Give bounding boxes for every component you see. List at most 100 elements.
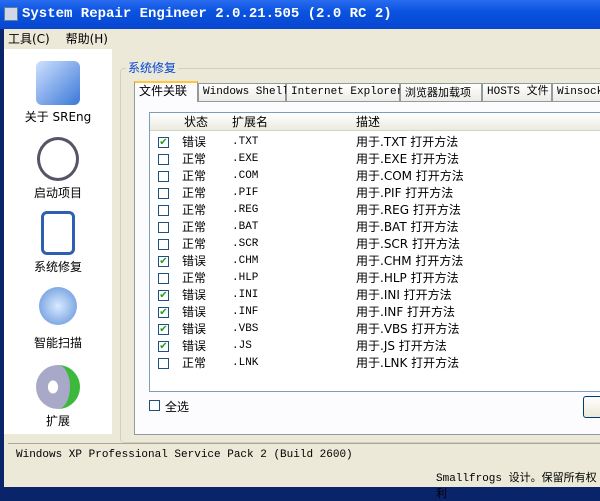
table-row[interactable]: ✔ 错误 .INF 用于.INF 打开方法 [150, 304, 600, 321]
row-ext: .LNK [232, 357, 259, 369]
row-checkbox[interactable] [158, 273, 169, 284]
row-desc: 用于.BAT 打开方法 [356, 220, 459, 234]
tab-file-assoc[interactable]: 文件关联 [134, 81, 198, 102]
title-bar: System Repair Engineer 2.0.21.505 (2.0 R… [0, 0, 600, 29]
gear-plus-icon [36, 365, 80, 409]
table-row[interactable]: 正常 .REG 用于.REG 打开方法 [150, 202, 600, 219]
row-ext: .PIF [232, 187, 259, 199]
row-status: 正常 [182, 220, 207, 234]
sidebar-item-repair[interactable]: 系统修复 [4, 211, 112, 275]
sidebar-item-extend[interactable]: 扩展 [4, 365, 112, 429]
menu-help[interactable]: 帮助(H) [66, 32, 108, 46]
table-row[interactable]: ✔ 错误 .INI 用于.INI 打开方法 [150, 287, 600, 304]
table-row[interactable]: 正常 .PIF 用于.PIF 打开方法 [150, 185, 600, 202]
row-checkbox[interactable]: ✔ [158, 290, 169, 301]
row-checkbox[interactable]: ✔ [158, 307, 169, 318]
row-checkbox[interactable] [158, 205, 169, 216]
magnifier-icon [39, 287, 77, 325]
row-checkbox[interactable]: ✔ [158, 137, 169, 148]
row-desc: 用于.VBS 打开方法 [356, 322, 460, 336]
sidebar-item-label: 扩展 [45, 414, 70, 428]
os-info: Windows XP Professional Service Pack 2 (… [16, 449, 353, 461]
tools-icon [36, 61, 80, 105]
row-status: 正常 [182, 271, 207, 285]
row-ext: .EXE [232, 153, 259, 165]
row-status: 错误 [182, 305, 207, 319]
menu-bar: 工具(C) 帮助(H) [4, 29, 600, 49]
row-ext: .HLP [232, 272, 259, 284]
table-row[interactable]: 正常 .HLP 用于.HLP 打开方法 [150, 270, 600, 287]
sidebar: 关于 SREng 启动项目 系统修复 智能扫描 扩展 [4, 49, 112, 434]
row-status: 错误 [182, 288, 207, 302]
row-ext: .TXT [232, 136, 259, 148]
row-ext: .VBS [232, 323, 259, 335]
row-checkbox[interactable] [158, 358, 169, 369]
table-row[interactable]: 正常 .BAT 用于.BAT 打开方法 [150, 219, 600, 236]
row-checkbox[interactable] [158, 154, 169, 165]
menu-tools[interactable]: 工具(C) [8, 32, 50, 46]
column-status[interactable]: 状态 [184, 113, 208, 131]
table-row[interactable]: ✔ 错误 .VBS 用于.VBS 打开方法 [150, 321, 600, 338]
row-status: 错误 [182, 322, 207, 336]
row-status: 正常 [182, 186, 207, 200]
row-status: 错误 [182, 135, 207, 149]
clock-icon [37, 137, 79, 181]
sidebar-item-about[interactable]: 关于 SREng [4, 61, 112, 125]
action-button[interactable] [583, 396, 600, 418]
row-desc: 用于.INF 打开方法 [356, 305, 456, 319]
row-desc: 用于.LNK 打开方法 [356, 356, 460, 370]
sidebar-item-label: 启动项目 [33, 186, 82, 200]
table-row[interactable]: 正常 .SCR 用于.SCR 打开方法 [150, 236, 600, 253]
file-assoc-list[interactable]: 状态 扩展名 描述 ✔ 错误 .TXT 用于.TXT 打开方法 正常 .EXE … [149, 112, 600, 392]
table-row[interactable]: 正常 .LNK 用于.LNK 打开方法 [150, 355, 600, 372]
sidebar-item-label: 系统修复 [33, 260, 82, 274]
row-checkbox[interactable] [158, 239, 169, 250]
tab-winsock[interactable]: Winsock [552, 83, 600, 101]
row-status: 正常 [182, 356, 207, 370]
row-status: 正常 [182, 237, 207, 251]
row-checkbox[interactable]: ✔ [158, 324, 169, 335]
table-row[interactable]: ✔ 错误 .JS 用于.JS 打开方法 [150, 338, 600, 355]
column-desc[interactable]: 描述 [356, 113, 380, 131]
row-ext: .COM [232, 170, 259, 182]
status-bar: Windows XP Professional Service Pack 2 (… [8, 443, 600, 501]
sidebar-item-startup[interactable]: 启动项目 [4, 137, 112, 201]
row-status: 正常 [182, 152, 207, 166]
row-checkbox[interactable] [158, 171, 169, 182]
table-row[interactable]: 正常 .EXE 用于.EXE 打开方法 [150, 151, 600, 168]
row-checkbox[interactable] [158, 222, 169, 233]
tab-internet-explorer[interactable]: Internet Explorer [286, 83, 403, 101]
table-row[interactable]: ✔ 错误 .TXT 用于.TXT 打开方法 [150, 134, 600, 151]
tab-hosts[interactable]: HOSTS 文件 [482, 83, 552, 101]
row-ext: .SCR [232, 238, 259, 250]
row-desc: 用于.INI 打开方法 [356, 288, 452, 302]
checkbox[interactable] [149, 400, 160, 411]
row-checkbox[interactable]: ✔ [158, 341, 169, 352]
table-row[interactable]: ✔ 错误 .CHM 用于.CHM 打开方法 [150, 253, 600, 270]
group-label: 系统修复 [126, 59, 179, 76]
row-status: 错误 [182, 339, 207, 353]
row-status: 错误 [182, 254, 207, 268]
client-area: 工具(C) 帮助(H) 关于 SREng 启动项目 系统修复 智能扫描 扩展 系… [4, 29, 600, 501]
row-ext: .REG [232, 204, 259, 216]
select-all-checkbox[interactable]: 全选 [149, 398, 229, 414]
row-ext: .JS [232, 340, 252, 352]
row-checkbox[interactable] [158, 188, 169, 199]
tab-browser-addons[interactable]: 浏览器加载项 [400, 83, 482, 101]
select-all-label: 全选 [165, 400, 190, 414]
row-desc: 用于.CHM 打开方法 [356, 254, 464, 268]
tab-panel: 状态 扩展名 描述 ✔ 错误 .TXT 用于.TXT 打开方法 正常 .EXE … [134, 101, 600, 435]
row-ext: .CHM [232, 255, 259, 267]
tab-windows-shell[interactable]: Windows Shell [198, 83, 289, 101]
sidebar-item-scan[interactable]: 智能扫描 [4, 287, 112, 351]
row-status: 正常 [182, 203, 207, 217]
row-desc: 用于.COM 打开方法 [356, 169, 464, 183]
row-desc: 用于.PIF 打开方法 [356, 186, 454, 200]
row-desc: 用于.REG 打开方法 [356, 203, 461, 217]
table-row[interactable]: 正常 .COM 用于.COM 打开方法 [150, 168, 600, 185]
list-header: 状态 扩展名 描述 [150, 113, 600, 131]
checklist-icon [41, 211, 75, 255]
row-ext: .INF [232, 306, 259, 318]
row-checkbox[interactable]: ✔ [158, 256, 169, 267]
column-ext[interactable]: 扩展名 [232, 113, 268, 131]
